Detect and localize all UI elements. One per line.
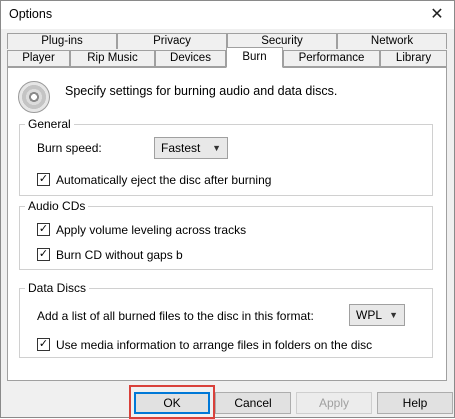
data-discs-group: Data Discs Add a list of all burned file… xyxy=(19,281,433,358)
burn-speed-label: Burn speed: xyxy=(37,141,102,155)
tab-rip-music[interactable]: Rip Music xyxy=(70,50,155,67)
help-button[interactable]: Help xyxy=(377,392,453,414)
close-icon[interactable]: ✕ xyxy=(424,3,450,27)
chevron-down-icon: ▼ xyxy=(389,310,398,320)
title-bar: Options ✕ xyxy=(1,1,454,29)
media-info-checkbox[interactable] xyxy=(37,338,50,351)
format-value: WPL xyxy=(356,308,383,322)
disc-icon xyxy=(18,81,50,113)
ok-button[interactable]: OK xyxy=(134,392,210,414)
options-dialog: Options ✕ Plug-ins Privacy Security Netw… xyxy=(0,0,455,419)
tab-library[interactable]: Library xyxy=(380,50,447,67)
cancel-button[interactable]: Cancel xyxy=(215,392,291,414)
audio-cds-group: Audio CDs Apply volume leveling across t… xyxy=(19,199,433,270)
media-info-label: Use media information to arrange files i… xyxy=(56,338,373,352)
tab-plug-ins[interactable]: Plug-ins xyxy=(7,33,117,49)
format-label: Add a list of all burned files to the di… xyxy=(37,309,314,323)
burn-speed-value: Fastest xyxy=(161,141,201,155)
burn-speed-select[interactable]: Fastest ▼ xyxy=(154,137,228,159)
tab-performance[interactable]: Performance xyxy=(283,50,380,67)
tab-network[interactable]: Network xyxy=(337,33,447,49)
tab-player[interactable]: Player xyxy=(7,50,70,67)
auto-eject-label: Automatically eject the disc after burni… xyxy=(56,173,272,187)
data-discs-legend: Data Discs xyxy=(25,281,90,295)
audio-cds-legend: Audio CDs xyxy=(25,199,89,213)
volume-leveling-checkbox[interactable] xyxy=(37,223,50,236)
volume-leveling-label: Apply volume leveling across tracks xyxy=(56,223,247,237)
burn-tab-panel: Specify settings for burning audio and d… xyxy=(7,67,447,381)
tab-devices[interactable]: Devices xyxy=(155,50,226,67)
chevron-down-icon: ▼ xyxy=(212,143,221,153)
panel-description: Specify settings for burning audio and d… xyxy=(65,84,338,98)
tab-burn[interactable]: Burn xyxy=(226,47,283,68)
no-gaps-checkbox[interactable] xyxy=(37,248,50,261)
format-select[interactable]: WPL ▼ xyxy=(349,304,405,326)
general-legend: General xyxy=(25,117,74,131)
auto-eject-checkbox[interactable] xyxy=(37,173,50,186)
general-group: General Burn speed: Fastest ▼ Automatica… xyxy=(19,117,433,196)
tab-privacy[interactable]: Privacy xyxy=(117,33,227,49)
no-gaps-label: Burn CD without gaps b xyxy=(56,248,183,262)
apply-button[interactable]: Apply xyxy=(296,392,372,414)
window-title: Options xyxy=(9,7,53,21)
